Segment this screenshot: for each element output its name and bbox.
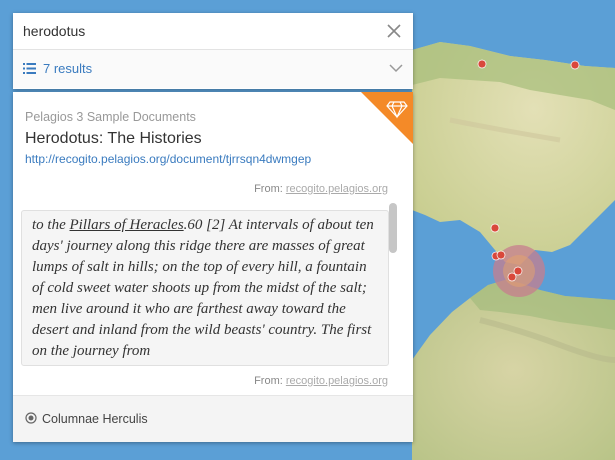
map-marker[interactable] [513, 266, 523, 276]
source-link[interactable]: recogito.pelagios.org [286, 375, 388, 387]
snippet-before: to the [32, 217, 70, 233]
source-link[interactable]: recogito.pelagios.org [286, 183, 388, 195]
place-name: Columnae Herculis [42, 412, 148, 426]
document-title: Herodotus: The Histories [25, 130, 202, 147]
results-toggle[interactable]: 7 results [13, 50, 413, 88]
map-marker[interactable] [507, 272, 517, 282]
document-link[interactable]: http://recogito.pelagios.org/document/tj… [25, 152, 311, 166]
map-pin-icon [25, 412, 37, 424]
list-icon [23, 63, 36, 74]
search-input[interactable] [23, 13, 363, 49]
place-item[interactable]: Columnae Herculis [13, 395, 413, 442]
search-panel: 7 results [13, 13, 413, 89]
card-header: Pelagios 3 Sample Documents Herodotus: T… [13, 92, 413, 202]
source-attribution: From: recogito.pelagios.org [254, 375, 388, 387]
from-prefix: From: [254, 183, 283, 195]
search-bar [13, 13, 413, 50]
scrollbar-thumb[interactable] [389, 203, 397, 253]
close-icon[interactable] [385, 22, 403, 40]
gem-icon [361, 92, 413, 144]
map-marker[interactable] [570, 60, 580, 70]
map-marker[interactable] [477, 59, 487, 69]
chevron-down-icon[interactable] [389, 64, 403, 73]
map-marker[interactable] [496, 250, 506, 260]
map-marker[interactable] [490, 223, 500, 233]
snippet-highlight[interactable]: Pillars of Heracles [70, 217, 184, 233]
result-card: Pelagios 3 Sample Documents Herodotus: T… [13, 92, 413, 442]
results-count: 7 results [43, 61, 93, 76]
source-name: Pelagios 3 Sample Documents [25, 110, 196, 124]
source-attribution: From: recogito.pelagios.org [254, 183, 388, 195]
text-snippet: to the Pillars of Heracles.60 [2] At int… [21, 210, 389, 366]
from-prefix: From: [254, 375, 283, 387]
snippet-after: .60 [2] At intervals of about ten days' … [32, 217, 374, 359]
